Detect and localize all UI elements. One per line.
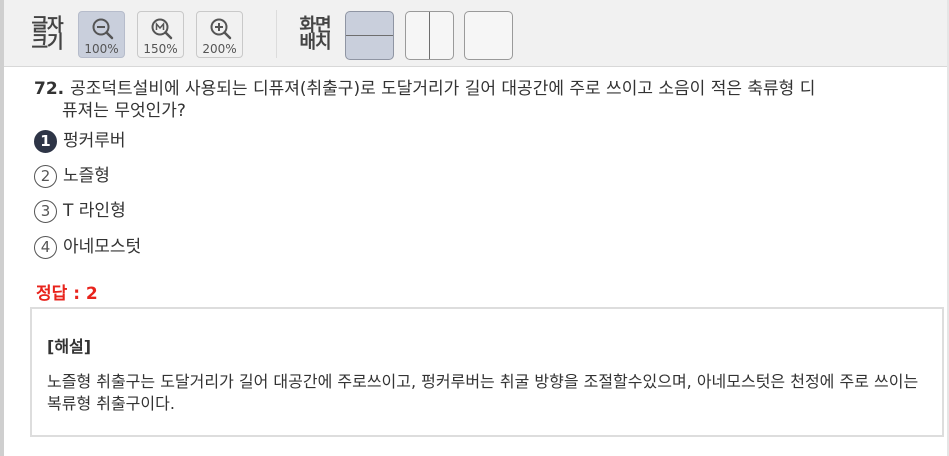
toolbar: 글자 크기 100% 150% 200% 화면 배치	[4, 0, 947, 67]
choice-text: T 라인형	[63, 201, 126, 221]
layout-single-button[interactable]	[464, 11, 513, 60]
layout-horizontal-split-button[interactable]	[345, 11, 394, 60]
choice-number: 3	[34, 199, 57, 223]
choice-text: 펑커루버	[63, 131, 126, 151]
layout-horizontal-split-icon	[346, 35, 393, 36]
left-border	[0, 0, 4, 456]
question-text-line2: 퓨져는 무엇인가?	[62, 101, 186, 121]
choice-4[interactable]: 4 아네모스텃	[34, 234, 141, 260]
choice-number-selected: 1	[34, 129, 57, 153]
choice-text: 노즐형	[63, 166, 110, 186]
font-size-label-line2: 크기	[31, 32, 63, 53]
question: 72. 공조덕트설비에 사용되는 디퓨져(취출구)로 도달거리가 길어 대공간에 …	[34, 78, 904, 122]
zoom-100-label: 100%	[84, 42, 119, 56]
font-size-label: 글자 크기	[28, 17, 66, 53]
zoom-in-icon	[210, 18, 232, 40]
toolbar-divider	[276, 10, 277, 58]
layout-label: 화면 배치	[296, 17, 334, 53]
choice-number: 2	[34, 164, 57, 188]
explanation-box: [해설] 노즐형 취출구는 도달거리가 길어 대공간에 주로쓰이고, 펑커루버는…	[30, 307, 944, 437]
choice-number: 4	[34, 235, 57, 259]
answer-label: 정답 : 2	[36, 284, 98, 304]
zoom-200-label: 200%	[202, 42, 237, 56]
question-line1: 72. 공조덕트설비에 사용되는 디퓨져(취출구)로 도달거리가 길어 대공간에 …	[34, 78, 904, 100]
choice-3[interactable]: 3 T 라인형	[34, 198, 126, 224]
zoom-out-icon	[92, 18, 114, 40]
choice-2[interactable]: 2 노즐형	[34, 163, 110, 189]
layout-vertical-split-icon	[429, 12, 430, 59]
zoom-150-button[interactable]: 150%	[137, 11, 184, 58]
layout-label-line2: 배치	[299, 32, 331, 53]
zoom-200-button[interactable]: 200%	[196, 11, 243, 58]
zoom-100-button[interactable]: 100%	[78, 11, 125, 58]
zoom-150-label: 150%	[143, 42, 178, 56]
question-text-line1: 공조덕트설비에 사용되는 디퓨져(취출구)로 도달거리가 길어 대공간에 주로 …	[70, 79, 816, 99]
layout-vertical-split-button[interactable]	[405, 11, 454, 60]
choice-1[interactable]: 1 펑커루버	[34, 128, 126, 154]
explanation-body: 노즐형 취출구는 도달거리가 길어 대공간에 주로쓰이고, 펑커루버는 취굴 방…	[47, 372, 919, 413]
explanation-title: [해설]	[47, 337, 92, 356]
choice-text: 아네모스텃	[63, 237, 142, 257]
zoom-medium-icon	[151, 18, 173, 40]
question-number: 72.	[34, 79, 65, 99]
